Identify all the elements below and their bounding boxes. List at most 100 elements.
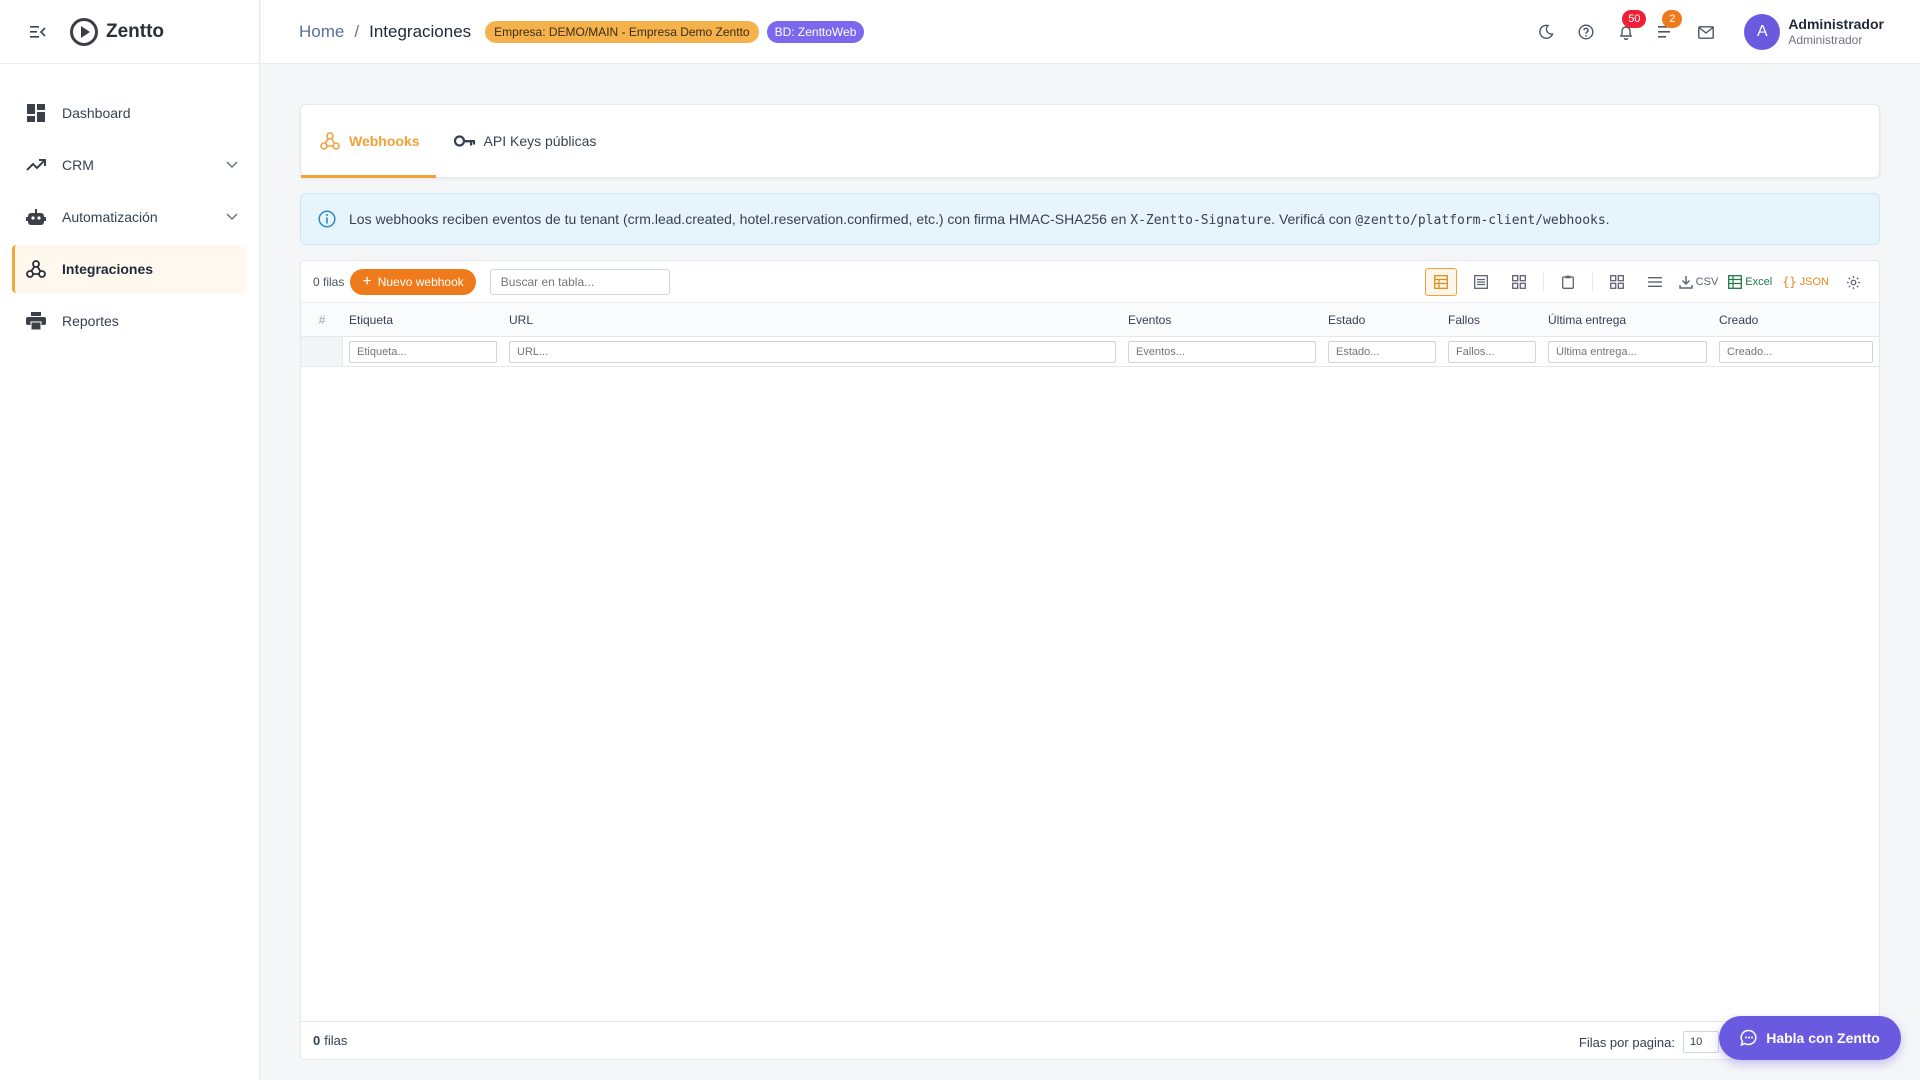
sidebar-item-reportes[interactable]: Reportes <box>12 297 247 345</box>
export-json-label: JSON <box>1799 276 1829 288</box>
column-header-fallos[interactable]: Fallos <box>1442 313 1542 327</box>
notifications-badge: 50 <box>1622 10 1647 28</box>
rows-per-page-label: Filas por pagina: <box>1578 1034 1675 1050</box>
notifications-icon[interactable]: 50 <box>1616 10 1647 42</box>
info-icon <box>317 209 337 229</box>
sidebar-nav: Dashboard CRM Automatización Integracion… <box>0 64 259 345</box>
dark-mode-icon[interactable] <box>1536 22 1556 42</box>
sidebar-item-label: Reportes <box>62 313 119 329</box>
sidebar-item-integraciones[interactable]: Integraciones <box>12 245 247 293</box>
info-banner: Los webhooks reciben eventos de tu tenan… <box>300 193 1880 245</box>
rows-per-page-select[interactable]: 10 <box>1683 1031 1719 1053</box>
tasks-icon[interactable]: 2 <box>1656 10 1683 42</box>
mail-icon[interactable] <box>1696 22 1716 42</box>
integrations-tabs: Webhooks API Keys públicas <box>300 104 1880 178</box>
logo-icon <box>70 17 98 46</box>
avatar[interactable]: A <box>1744 14 1781 50</box>
new-webhook-label: Nuevo webhook <box>377 274 464 289</box>
rows-per-page: Filas por pagina: 10 <box>1579 1031 1719 1053</box>
chevron-down-icon[interactable] <box>223 208 241 226</box>
export-csv-label: CSV <box>1695 276 1719 288</box>
density-grid-icon[interactable] <box>1603 268 1631 296</box>
card-view-icon[interactable] <box>1505 268 1533 296</box>
webhooks-grid: 0 filas + Nuevo webhook Buscar en tabla.… <box>300 260 1880 1060</box>
column-header-etiqueta[interactable]: Etiqueta <box>343 313 503 327</box>
excel-icon <box>1728 275 1743 289</box>
tab-api-keys[interactable]: API Keys públicas <box>436 104 613 177</box>
column-header-creado[interactable]: Creado <box>1713 313 1879 327</box>
footer-row-count: 0 <box>313 1033 321 1048</box>
chat-button-label: Habla con Zentto <box>1766 1030 1880 1046</box>
grid-tools: CSV Excel {} JSON <box>1415 268 1867 296</box>
sidebar-item-crm[interactable]: CRM <box>12 141 247 189</box>
user-name: Administrador <box>1788 15 1884 32</box>
webhook-icon <box>26 259 46 279</box>
webhook-icon <box>319 130 341 152</box>
download-icon <box>1678 276 1693 289</box>
tab-webhooks[interactable]: Webhooks <box>301 104 436 178</box>
filter-fallos-input[interactable] <box>1448 340 1536 363</box>
breadcrumb-home[interactable]: Home <box>299 22 344 42</box>
chevron-down-icon[interactable] <box>223 156 241 174</box>
trending-icon <box>26 155 46 175</box>
user-block[interactable]: Administrador Administrador <box>1788 16 1884 49</box>
filter-creado-input[interactable] <box>1719 340 1873 363</box>
filter-cell <box>503 340 1122 363</box>
rows-count: 0 filas <box>313 274 345 289</box>
export-excel-button[interactable]: Excel <box>1728 268 1772 296</box>
braces-icon: {} <box>1782 275 1797 289</box>
filter-cell <box>343 340 503 363</box>
sidebar-item-label: Integraciones <box>62 261 154 277</box>
filter-ultima-entrega-input[interactable] <box>1548 340 1707 363</box>
top-bar: Home / Integraciones Empresa: DEMO/MAIN … <box>261 0 1920 64</box>
tasks-badge: 2 <box>1662 10 1683 28</box>
chat-bubble-icon <box>1740 1029 1758 1047</box>
list-view-icon[interactable] <box>1467 268 1495 296</box>
info-text-part: . <box>1605 210 1610 227</box>
clipboard-icon[interactable] <box>1554 268 1582 296</box>
robot-icon <box>26 207 46 227</box>
help-icon[interactable] <box>1576 22 1596 42</box>
collapse-sidebar-icon[interactable] <box>28 22 48 42</box>
table-view-icon[interactable] <box>1424 268 1457 296</box>
export-json-button[interactable]: {} JSON <box>1782 268 1829 296</box>
table-header: # Etiqueta URL Eventos Estado Fallos Últ… <box>301 303 1879 337</box>
toolbar-divider <box>1591 273 1593 291</box>
info-code-package: @zentto/platform-client/webhooks <box>1355 212 1606 228</box>
sidebar-item-automatizacion[interactable]: Automatización <box>12 193 247 241</box>
filter-estado-input[interactable] <box>1328 340 1436 363</box>
brand-header: Zentto <box>0 0 259 64</box>
chat-button[interactable]: Habla con Zentto <box>1719 1016 1901 1060</box>
export-excel-label: Excel <box>1745 276 1773 288</box>
company-badge[interactable]: Empresa: DEMO/MAIN - Empresa Demo Zentto <box>485 20 759 43</box>
grid-toolbar: 0 filas + Nuevo webhook Buscar en tabla.… <box>301 261 1879 303</box>
export-csv-button[interactable]: CSV <box>1678 268 1719 296</box>
breadcrumb-current: Integraciones <box>369 21 472 41</box>
top-actions: 50 2 A Administrador Administrador <box>1516 0 1884 64</box>
new-webhook-button[interactable]: + Nuevo webhook <box>350 268 476 295</box>
filter-eventos-input[interactable] <box>1128 340 1316 363</box>
settings-gear-icon[interactable] <box>1839 268 1867 296</box>
info-code-signature: X-Zentto-Signature <box>1130 212 1272 228</box>
sidebar: Zentto Dashboard CRM Automatización Inte… <box>0 0 260 1080</box>
key-icon <box>453 130 476 152</box>
filter-cell <box>1542 340 1713 363</box>
database-badge[interactable]: BD: ZenttoWeb <box>766 20 865 43</box>
footer-row-label: filas <box>324 1033 348 1048</box>
column-header-eventos[interactable]: Eventos <box>1122 313 1322 327</box>
dashboard-icon <box>26 103 46 123</box>
filter-etiqueta-input[interactable] <box>349 340 497 363</box>
column-header-index: # <box>318 312 326 327</box>
columns-menu-icon[interactable] <box>1641 268 1669 296</box>
filter-url-input[interactable] <box>509 340 1116 363</box>
sidebar-item-dashboard[interactable]: Dashboard <box>12 89 247 137</box>
column-header-estado[interactable]: Estado <box>1322 313 1442 327</box>
info-text: Los webhooks reciben eventos de tu tenan… <box>349 211 1610 228</box>
user-role: Administrador <box>1788 33 1863 48</box>
tab-label: API Keys públicas <box>483 132 597 149</box>
table-search-input[interactable] <box>489 268 670 295</box>
column-header-url[interactable]: URL <box>503 313 1122 327</box>
column-header-ultima-entrega[interactable]: Última entrega <box>1542 313 1713 327</box>
filter-cell <box>1713 340 1879 363</box>
info-text-part: . Verificá con <box>1271 210 1356 227</box>
